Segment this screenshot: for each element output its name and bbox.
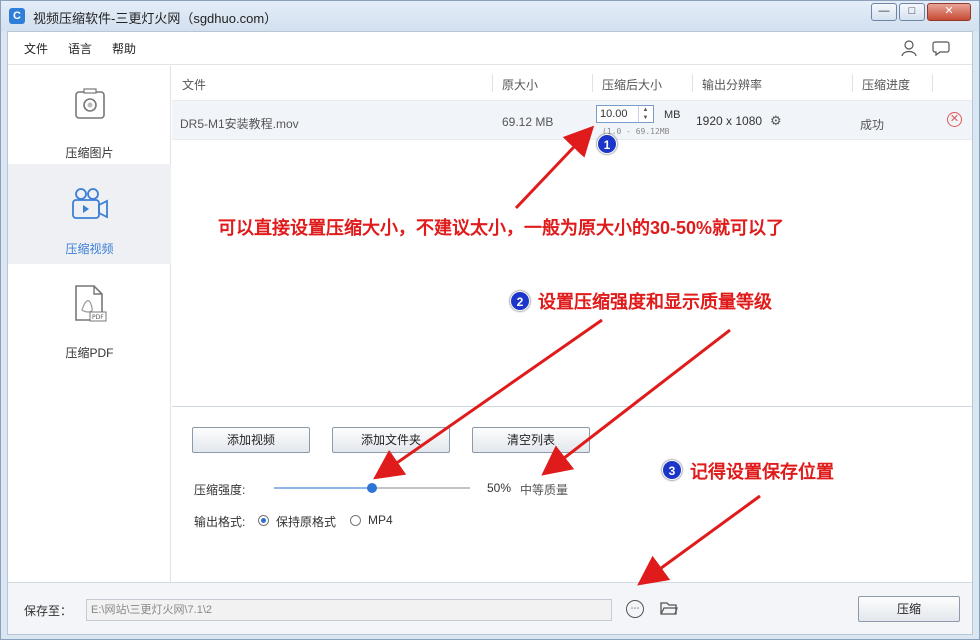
header-divider <box>692 74 693 92</box>
sidebar-item-video[interactable]: 压缩视频 <box>8 164 171 264</box>
header-progress: 压缩进度 <box>862 78 911 92</box>
header-divider <box>592 74 593 92</box>
status-text: 成功 <box>860 118 885 132</box>
header-original-size: 原大小 <box>502 78 539 92</box>
window-title: 视频压缩软件-三更灯火网（sgdhuo.com） <box>33 11 278 26</box>
step-badge-1: 1 <box>597 134 617 154</box>
client-area: 文件 语言 帮助 压缩图片 压缩视频 PDF 压缩PDF 文件 原大小 压缩后大… <box>7 31 973 635</box>
step-badge-2: 2 <box>510 291 530 311</box>
strength-value: 50% <box>487 481 512 495</box>
quality-level: 中等质量 <box>520 483 569 497</box>
menu-file[interactable]: 文件 <box>24 40 48 57</box>
clear-list-button[interactable]: 清空列表 <box>472 427 590 453</box>
size-unit: MB <box>664 109 681 121</box>
strength-label: 压缩强度: <box>194 483 246 497</box>
menu-language[interactable]: 语言 <box>68 40 92 57</box>
header-resolution: 输出分辨率 <box>702 78 763 92</box>
menu-help[interactable]: 帮助 <box>112 40 136 57</box>
slider-handle[interactable] <box>367 483 377 493</box>
menu-bar: 文件 语言 帮助 <box>8 32 972 65</box>
more-icon[interactable]: ⋯ <box>626 600 644 618</box>
user-icon[interactable] <box>900 39 918 57</box>
minimize-button[interactable]: — <box>871 3 897 21</box>
maximize-button[interactable]: □ <box>899 3 925 21</box>
annotation-note-1: 可以直接设置压缩大小，不建议太小，一般为原大小的30-50%就可以了 <box>218 218 785 238</box>
original-size: 69.12 MB <box>502 115 554 129</box>
output-resolution: 1920 x 1080 <box>696 114 763 128</box>
gear-icon[interactable]: ⚙ <box>770 113 782 129</box>
title-bar: C 视频压缩软件-三更灯火网（sgdhuo.com） — □ ✕ <box>1 1 979 31</box>
save-to-label: 保存至： <box>24 604 73 618</box>
app-logo-icon: C <box>9 8 25 24</box>
folder-open-icon[interactable] <box>660 600 678 616</box>
close-button[interactable]: ✕ <box>927 3 971 21</box>
slider-fill <box>274 487 372 489</box>
format-label: 输出格式: <box>194 515 246 529</box>
sidebar-item-label: 压缩图片 <box>65 146 114 160</box>
add-video-button[interactable]: 添加视频 <box>192 427 310 453</box>
size-stepper[interactable]: ▲ ▼ <box>638 106 652 122</box>
header-divider <box>852 74 853 92</box>
compress-button[interactable]: 压缩 <box>858 596 960 622</box>
chat-icon[interactable] <box>932 39 950 57</box>
header-file: 文件 <box>182 78 207 92</box>
add-folder-button[interactable]: 添加文件夹 <box>332 427 450 453</box>
sidebar-item-label: 压缩视频 <box>65 242 114 256</box>
app-window: C 视频压缩软件-三更灯火网（sgdhuo.com） — □ ✕ 文件 语言 帮… <box>0 0 980 640</box>
table-row[interactable]: DR5-M1安装教程.mov 69.12 MB 10.00 ▲ ▼ MB (1.0… <box>172 100 972 140</box>
strength-slider[interactable] <box>274 483 470 493</box>
annotation-note-3: 记得设置保存位置 <box>690 462 834 482</box>
step-badge-3: 3 <box>662 460 682 480</box>
sidebar-item-pdf[interactable]: PDF 压缩PDF <box>8 264 171 364</box>
sidebar: 压缩图片 压缩视频 PDF 压缩PDF <box>8 66 171 582</box>
image-icon <box>75 88 105 119</box>
spin-up-icon[interactable]: ▲ <box>639 106 652 114</box>
remove-icon[interactable]: ✕ <box>947 112 962 127</box>
video-camera-icon <box>72 188 108 219</box>
file-name: DR5-M1安装教程.mov <box>180 117 299 131</box>
sidebar-item-label: 压缩PDF <box>65 346 114 360</box>
format-keep-label[interactable]: 保持原格式 <box>276 513 336 530</box>
spin-down-icon[interactable]: ▼ <box>639 114 652 122</box>
pdf-icon: PDF <box>75 285 107 322</box>
sidebar-item-image[interactable]: 压缩图片 <box>8 66 171 166</box>
format-mp4-radio[interactable] <box>350 515 361 526</box>
svg-text:PDF: PDF <box>92 314 104 321</box>
footer-bar: 保存至： E:\网站\三更灯火网\7.1\2 ⋯ 压缩 <box>8 582 972 634</box>
format-keep-radio[interactable] <box>258 515 269 526</box>
format-mp4-label[interactable]: MP4 <box>368 513 393 527</box>
header-divider <box>932 74 933 92</box>
controls-panel: 添加视频 添加文件夹 清空列表 压缩强度: 50% 中等质量 输出格式: 保持原… <box>172 406 972 582</box>
annotation-note-2: 设置压缩强度和显示质量等级 <box>538 292 772 312</box>
save-path-input[interactable]: E:\网站\三更灯火网\7.1\2 <box>86 599 612 621</box>
header-divider <box>492 74 493 92</box>
header-compressed-size: 压缩后大小 <box>602 78 663 92</box>
